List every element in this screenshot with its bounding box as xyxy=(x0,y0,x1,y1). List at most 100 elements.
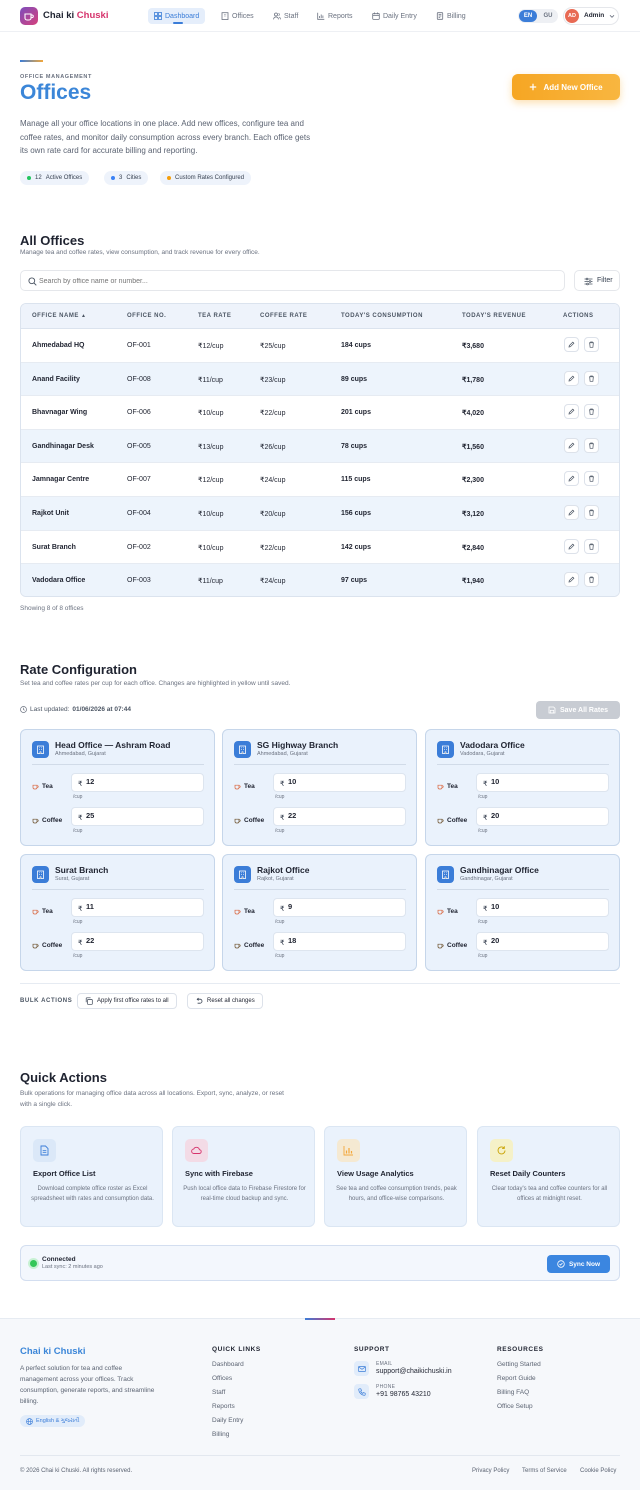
col-office-name[interactable]: OFFICE NAME ▲ xyxy=(32,313,86,319)
save-all-rates-button[interactable]: Save All Rates xyxy=(536,701,620,719)
export-office-list-card[interactable]: Export Office List Download complete offi… xyxy=(20,1126,163,1227)
col-consumption: TODAY'S CONSUMPTION xyxy=(341,313,423,319)
phone-label: PHONE xyxy=(376,1384,396,1390)
edit-button[interactable] xyxy=(564,337,579,352)
apply-first-rates-button[interactable]: Apply first office rates to all xyxy=(77,993,177,1009)
filter-button[interactable]: Filter xyxy=(574,270,620,291)
footer-link-office-setup[interactable]: Office Setup xyxy=(497,1403,533,1410)
sync-firebase-card[interactable]: Sync with Firebase Push local office data… xyxy=(172,1126,315,1227)
connection-status-bar: Connected Last sync: 2 minutes ago Sync … xyxy=(20,1245,620,1281)
delete-button[interactable] xyxy=(584,471,599,487)
section-title-rate-config: Rate Configuration xyxy=(20,662,137,677)
delete-button[interactable] xyxy=(584,437,599,453)
cell-consumption: 97 cups xyxy=(341,577,368,585)
coffee-rate-input[interactable]: ₹22 xyxy=(273,807,406,826)
brand-name[interactable]: Chai ki Chuski xyxy=(43,10,108,21)
coffee-rate-input[interactable]: ₹18 xyxy=(273,932,406,951)
coffee-rate-input[interactable]: ₹22 xyxy=(71,932,204,951)
edit-button[interactable] xyxy=(564,437,579,453)
tea-label: Tea xyxy=(32,908,53,915)
card-description: See tea and coffee consumption trends, p… xyxy=(336,1186,457,1202)
delete-button[interactable] xyxy=(584,572,599,588)
coffee-rate-input[interactable]: ₹20 xyxy=(476,807,609,826)
search-input[interactable] xyxy=(39,273,559,289)
rate-card: Gandhinagar Office Gandhinagar, Gujarat Te… xyxy=(425,854,620,971)
cell-consumption: 184 cups xyxy=(341,342,371,349)
logo-cup-icon[interactable] xyxy=(20,7,38,25)
cookie-policy-link[interactable]: Cookie Policy xyxy=(580,1468,616,1474)
footer-link-report-guide[interactable]: Report Guide xyxy=(497,1375,536,1382)
tea-rate-value: 10 xyxy=(491,777,500,786)
delete-button[interactable] xyxy=(584,337,599,352)
user-menu[interactable]: AD Admin xyxy=(563,7,619,25)
add-new-office-button[interactable]: Add New Office xyxy=(512,74,620,100)
tea-rate-input[interactable]: ₹12 xyxy=(71,773,204,792)
cell-office-no: OF-004 xyxy=(127,510,151,517)
delete-button[interactable] xyxy=(584,404,599,420)
lang-en-button[interactable]: EN xyxy=(519,10,537,22)
refresh-icon xyxy=(490,1139,513,1162)
edit-button[interactable] xyxy=(564,404,579,420)
office-location: Ahmedabad, Gujarat xyxy=(55,751,106,757)
footer-link-reports[interactable]: Reports xyxy=(212,1403,235,1410)
cell-office-name: Anand Facility xyxy=(32,375,80,383)
edit-button[interactable] xyxy=(564,538,579,554)
footer-link-getting-started[interactable]: Getting Started xyxy=(497,1361,541,1368)
edit-button[interactable] xyxy=(564,505,579,520)
delete-button[interactable] xyxy=(584,370,599,386)
section-subtitle: Bulk operations for managing office data… xyxy=(20,1090,284,1108)
tea-rate-input[interactable]: ₹10 xyxy=(476,898,609,917)
tea-rate-input[interactable]: ₹9 xyxy=(273,898,406,917)
terms-of-service-link[interactable]: Terms of Service xyxy=(522,1468,567,1474)
footer-link-billing[interactable]: Billing xyxy=(212,1431,229,1438)
footer-language-pill[interactable]: English & ગુજરાતી xyxy=(20,1415,86,1427)
footer-link-staff[interactable]: Staff xyxy=(212,1389,225,1396)
coffee-rate-input[interactable]: ₹20 xyxy=(476,932,609,951)
footer-link-billing-faq[interactable]: Billing FAQ xyxy=(497,1389,529,1396)
nav-item-billing[interactable]: Billing xyxy=(436,9,466,23)
rate-card: Vadodara Office Vadodara, Gujarat Tea ₹10/c… xyxy=(425,729,620,846)
office-name: Vadodara Office xyxy=(460,740,525,750)
rupee-symbol: ₹ xyxy=(483,906,488,913)
tea-cup-icon xyxy=(32,783,39,790)
card-description: Download complete office roster as Excel… xyxy=(31,1186,154,1202)
hero-eyebrow: OFFICE MANAGEMENT xyxy=(20,74,92,80)
nav-item-staff[interactable]: Staff xyxy=(273,9,298,23)
tea-rate-input[interactable]: ₹11 xyxy=(71,898,204,917)
lang-gu-button[interactable]: GU xyxy=(540,10,556,22)
nav-label: Dashboard xyxy=(165,12,200,20)
delete-button[interactable] xyxy=(584,538,599,554)
building-icon xyxy=(437,741,454,758)
office-name: Surat Branch xyxy=(55,865,109,875)
tea-rate-input[interactable]: ₹10 xyxy=(476,773,609,792)
footer-link-dashboard[interactable]: Dashboard xyxy=(212,1361,244,1368)
language-toggle: EN GU xyxy=(518,9,558,23)
sync-now-button[interactable]: Sync Now xyxy=(547,1255,610,1273)
save-label: Save All Rates xyxy=(560,706,608,714)
reset-all-changes-button[interactable]: Reset all changes xyxy=(187,993,263,1009)
nav-item-reports[interactable]: Reports xyxy=(317,9,353,23)
coffee-rate-input[interactable]: ₹25 xyxy=(71,807,204,826)
footer-link-daily-entry[interactable]: Daily Entry xyxy=(212,1417,243,1424)
cell-revenue: ₹3,120 xyxy=(462,511,484,518)
reset-counters-card[interactable]: Reset Daily Counters Clear today's tea an… xyxy=(477,1126,620,1227)
nav-item-daily-entry[interactable]: Daily Entry xyxy=(372,9,417,23)
unit-label: /cup xyxy=(73,828,83,834)
nav-item-offices[interactable]: Offices xyxy=(221,9,254,23)
email-link[interactable]: support@chaikichuski.in xyxy=(376,1368,452,1375)
edit-button[interactable] xyxy=(564,471,579,487)
tea-rate-input[interactable]: ₹10 xyxy=(273,773,406,792)
delete-button[interactable] xyxy=(584,505,599,520)
privacy-policy-link[interactable]: Privacy Policy xyxy=(472,1468,509,1474)
divider xyxy=(32,889,204,890)
cell-revenue: ₹2,840 xyxy=(462,544,484,552)
usage-analytics-card[interactable]: View Usage Analytics See tea and coffee c… xyxy=(324,1126,467,1227)
phone-link[interactable]: +91 98765 43210 xyxy=(376,1391,431,1398)
edit-button[interactable] xyxy=(564,370,579,386)
divider xyxy=(234,764,406,765)
footer-link-offices[interactable]: Offices xyxy=(212,1375,232,1382)
edit-button[interactable] xyxy=(564,572,579,588)
user-name: Admin xyxy=(584,12,605,19)
chip-label: Cities xyxy=(126,175,142,181)
rupee-symbol: ₹ xyxy=(280,815,285,822)
